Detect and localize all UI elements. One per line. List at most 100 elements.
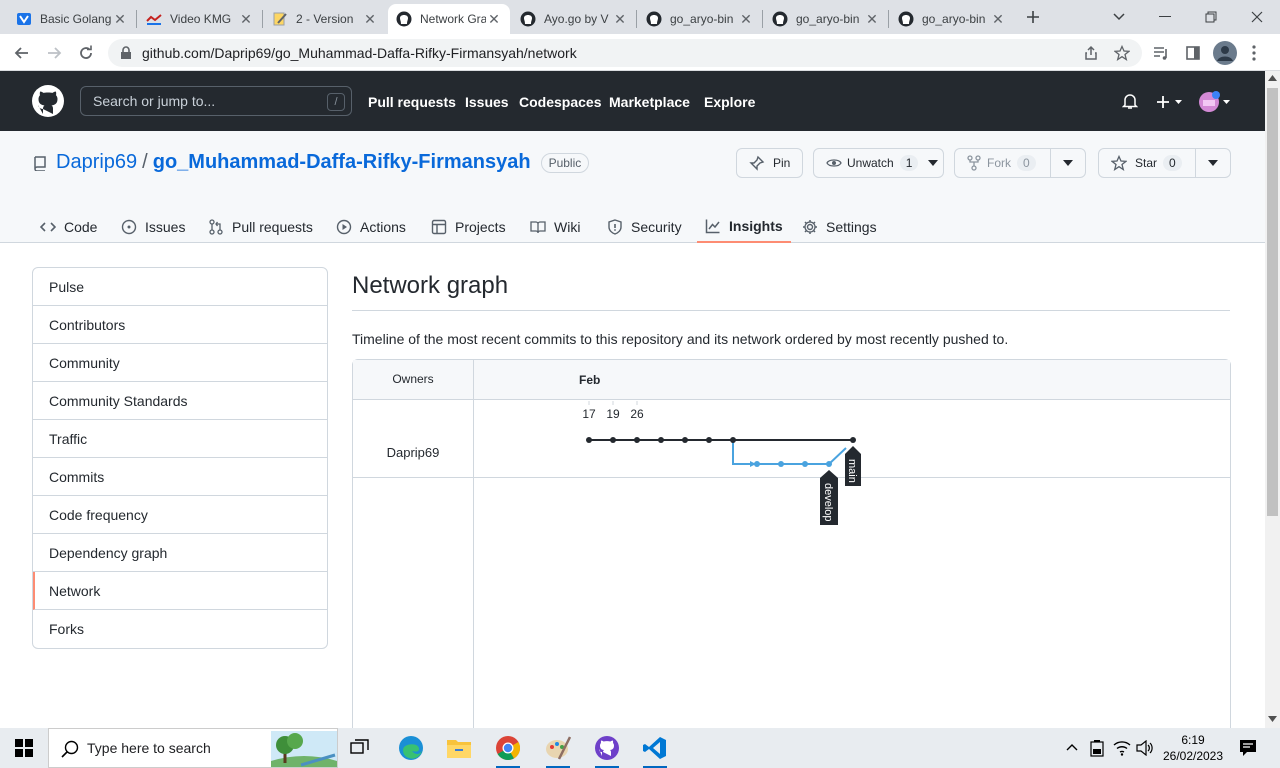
close-window-button[interactable] <box>1234 0 1280 34</box>
commit-dot[interactable] <box>682 437 688 443</box>
sidebar-item-network[interactable]: Network <box>33 572 327 610</box>
browser-tab[interactable]: go_aryo-bin ✕ <box>638 4 762 34</box>
tab-settings[interactable]: Settings <box>802 211 877 243</box>
close-tab-icon[interactable]: ✕ <box>362 11 378 27</box>
volume-icon[interactable] <box>1136 740 1154 756</box>
notification-icon[interactable] <box>1239 739 1257 757</box>
chevron-up-icon[interactable] <box>1066 743 1078 751</box>
commit-dot[interactable] <box>778 461 784 467</box>
browser-tab-active[interactable]: Network Graph ✕ <box>388 4 510 34</box>
browser-tab[interactable]: Ayo.go by V ✕ <box>512 4 636 34</box>
pin-button[interactable]: Pin <box>736 148 803 178</box>
taskbar-search-input[interactable]: Type here to search <box>48 728 338 768</box>
star-button[interactable]: Star 0 <box>1099 149 1195 177</box>
network-graph-canvas[interactable]: 17 19 26 main develop <box>474 401 1230 731</box>
sidebar-item-forks[interactable]: Forks <box>33 610 327 648</box>
tab-security[interactable]: Security <box>607 211 682 243</box>
browser-menu-button[interactable] <box>1241 40 1267 66</box>
commit-dot[interactable] <box>754 461 760 467</box>
scroll-up-icon[interactable] <box>1268 75 1277 81</box>
tab-search-button[interactable] <box>1096 0 1142 34</box>
commit-dot[interactable] <box>802 461 808 467</box>
url-bar[interactable]: github.com/Daprip69/go_Muhammad-Daffa-Ri… <box>108 39 1142 67</box>
tab-pull-requests[interactable]: Pull requests <box>208 211 313 243</box>
star-dropdown-button[interactable] <box>1195 149 1230 177</box>
tab-actions[interactable]: Actions <box>336 211 406 243</box>
close-tab-icon[interactable]: ✕ <box>990 11 1006 27</box>
scrollbar-thumb[interactable] <box>1267 88 1278 516</box>
sidebar-item-dependency-graph[interactable]: Dependency graph <box>33 534 327 572</box>
tab-code[interactable]: Code <box>40 211 97 243</box>
profile-button[interactable] <box>1212 40 1238 66</box>
battery-icon[interactable] <box>1089 739 1105 757</box>
sidebar-item-contributors[interactable]: Contributors <box>33 306 327 344</box>
create-new-icon[interactable] <box>1156 95 1184 109</box>
close-tab-icon[interactable]: ✕ <box>486 11 502 27</box>
nav-pull-requests[interactable]: Pull requests <box>368 94 456 110</box>
commit-dot[interactable] <box>706 437 712 443</box>
sidebar-item-community-standards[interactable]: Community Standards <box>33 382 327 420</box>
nav-explore[interactable]: Explore <box>704 94 755 110</box>
browser-tab[interactable]: go_aryo-bin ✕ <box>764 4 888 34</box>
chrome-taskbar-button[interactable] <box>492 732 524 768</box>
task-view-button[interactable] <box>344 732 376 764</box>
close-tab-icon[interactable]: ✕ <box>864 11 880 27</box>
browser-tab[interactable]: Basic Golang ✕ <box>8 4 136 34</box>
media-button[interactable] <box>1148 40 1174 66</box>
sidebar-item-pulse[interactable]: Pulse <box>33 268 327 306</box>
sidebar-item-code-frequency[interactable]: Code frequency <box>33 496 327 534</box>
sidebar-item-traffic[interactable]: Traffic <box>33 420 327 458</box>
sidebar-item-commits[interactable]: Commits <box>33 458 327 496</box>
minimize-button[interactable] <box>1142 0 1188 34</box>
side-panel-button[interactable] <box>1180 40 1206 66</box>
bell-icon[interactable] <box>1122 93 1138 110</box>
commit-dot[interactable] <box>634 437 640 443</box>
watch-button[interactable]: Unwatch 1 <box>813 148 944 178</box>
edge-taskbar-button[interactable] <box>395 732 427 764</box>
develop-branch-label[interactable]: develop <box>820 470 838 525</box>
tab-wiki[interactable]: Wiki <box>530 211 580 243</box>
main-branch-label[interactable]: main <box>845 446 861 486</box>
browser-tab[interactable]: go_aryo-bin ✕ <box>890 4 1014 34</box>
start-button[interactable] <box>8 732 40 764</box>
close-tab-icon[interactable]: ✕ <box>238 11 254 27</box>
commit-dot[interactable] <box>826 461 832 467</box>
github-desktop-taskbar-button[interactable] <box>591 732 623 768</box>
github-search-input[interactable]: Search or jump to... / <box>80 86 352 116</box>
wifi-icon[interactable] <box>1113 740 1131 756</box>
tab-issues[interactable]: Issues <box>121 211 185 243</box>
commit-dot[interactable] <box>586 437 592 443</box>
repo-owner-link[interactable]: Daprip69 <box>56 151 137 174</box>
repo-name-link[interactable]: go_Muhammad-Daffa-Rifky-Firmansyah <box>153 151 531 174</box>
fork-button[interactable]: Fork 0 <box>955 149 1050 177</box>
nav-marketplace[interactable]: Marketplace <box>609 94 690 110</box>
commit-dot[interactable] <box>658 437 664 443</box>
sidebar-item-community[interactable]: Community <box>33 344 327 382</box>
fork-dropdown-button[interactable] <box>1050 149 1085 177</box>
forward-button[interactable] <box>41 40 67 66</box>
reload-button[interactable] <box>73 40 99 66</box>
github-logo-icon[interactable] <box>32 85 64 117</box>
scroll-down-icon[interactable] <box>1268 716 1277 722</box>
close-tab-icon[interactable]: ✕ <box>738 11 754 27</box>
file-explorer-taskbar-button[interactable] <box>443 732 475 764</box>
close-tab-icon[interactable]: ✕ <box>612 11 628 27</box>
commit-dot[interactable] <box>730 437 736 443</box>
tab-projects[interactable]: Projects <box>431 211 506 243</box>
back-button[interactable] <box>9 40 35 66</box>
commit-dot[interactable] <box>850 437 856 443</box>
tab-insights[interactable]: Insights <box>697 211 791 243</box>
nav-codespaces[interactable]: Codespaces <box>519 94 601 110</box>
page-scrollbar[interactable] <box>1265 71 1280 728</box>
taskbar-clock[interactable]: 6:19 26/02/2023 <box>1160 732 1226 764</box>
vscode-taskbar-button[interactable] <box>639 732 671 768</box>
nav-issues[interactable]: Issues <box>465 94 509 110</box>
browser-tab[interactable]: 2 - Version ✕ <box>264 4 386 34</box>
owner-name[interactable]: Daprip69 <box>353 445 473 460</box>
browser-tab[interactable]: Video KMG ✕ <box>138 4 262 34</box>
share-button[interactable] <box>1078 40 1104 66</box>
new-tab-button[interactable] <box>1018 0 1048 34</box>
bookmark-button[interactable] <box>1109 40 1135 66</box>
user-avatar-menu[interactable] <box>1198 91 1232 113</box>
commit-dot[interactable] <box>610 437 616 443</box>
